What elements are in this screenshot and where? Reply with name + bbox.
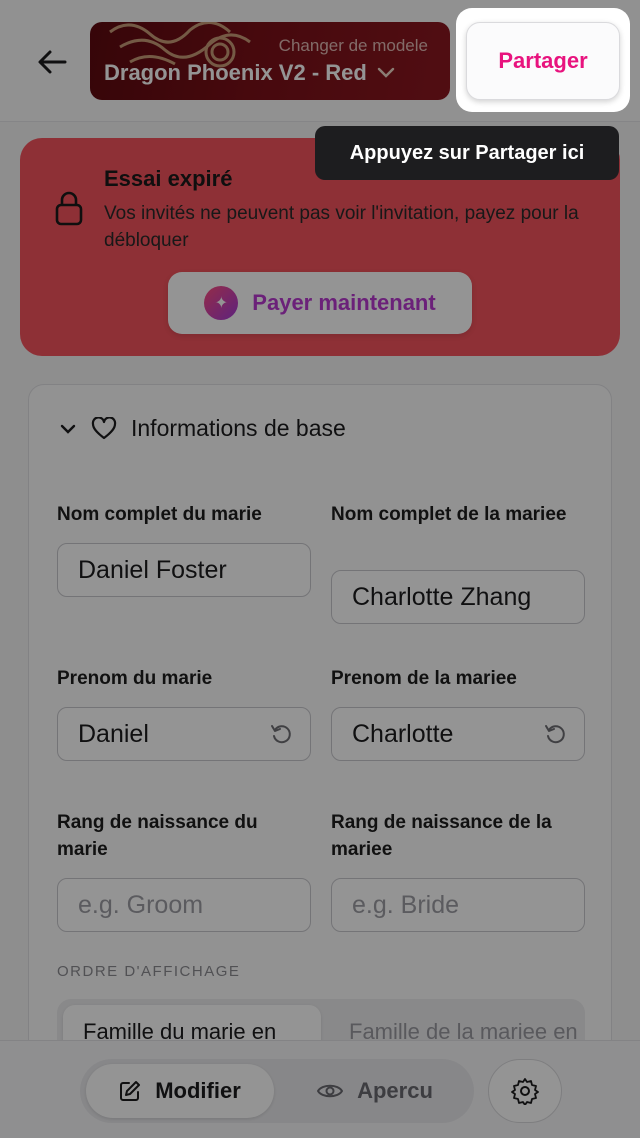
bride-first-name-value: Charlotte: [352, 719, 454, 748]
bride-first-name-label: Prenom de la mariee: [331, 668, 517, 689]
template-name-text: Dragon Phoenix V2 - Red: [104, 60, 367, 85]
eye-icon: [317, 1084, 344, 1098]
reset-icon[interactable]: [544, 723, 566, 745]
bride-rank-field[interactable]: e.g. Bride: [331, 878, 585, 932]
preview-label: Apercu: [357, 1078, 433, 1103]
mode-switch: Modifier Apercu: [80, 1059, 474, 1123]
groom-first-name-value: Daniel: [78, 719, 149, 748]
template-selector[interactable]: Changer de modele Dragon Phoenix V2 - Re…: [90, 22, 450, 100]
settings-button[interactable]: [488, 1059, 562, 1123]
edit-label: Modifier: [155, 1078, 241, 1103]
groom-full-name-label: Nom complet du marie: [57, 504, 262, 525]
banner-title: Essai expiré: [104, 166, 233, 191]
chevron-down-icon: [60, 424, 76, 434]
chevron-down-icon: [377, 67, 395, 78]
template-name: Dragon Phoenix V2 - Red: [104, 60, 395, 86]
bride-full-name-field[interactable]: Charlotte Zhang: [331, 570, 585, 624]
section-header[interactable]: Informations de base: [59, 415, 346, 442]
pay-now-label: Payer maintenant: [252, 290, 436, 315]
groom-first-name-field[interactable]: Daniel: [57, 707, 311, 761]
change-template-hint: Changer de modele: [278, 36, 428, 55]
groom-first-name-label: Prenom du marie: [57, 668, 213, 689]
groom-full-name-value: Daniel Foster: [78, 555, 227, 584]
share-button[interactable]: Partager: [466, 22, 620, 100]
basic-info-card: Informations de base Nom complet du mari…: [28, 384, 612, 1084]
groom-rank-field[interactable]: e.g. Groom: [57, 878, 311, 932]
preview-tab[interactable]: Apercu: [290, 1064, 460, 1118]
bride-full-name-label: Nom complet de la mariee: [331, 504, 567, 525]
groom-rank-label: Rang de naissance du marie: [57, 812, 258, 860]
edit-icon: [120, 1081, 141, 1101]
bottom-toolbar: Modifier Apercu: [0, 1040, 640, 1138]
section-title: Informations de base: [131, 415, 346, 441]
bride-rank-label: Rang de naissance de la mariee: [331, 812, 552, 860]
groom-rank-placeholder: e.g. Groom: [78, 890, 204, 919]
lock-icon: [55, 191, 83, 226]
share-tooltip: Appuyez sur Partager ici: [315, 126, 619, 180]
groom-full-name-field[interactable]: Daniel Foster: [57, 543, 311, 597]
back-button[interactable]: [30, 42, 74, 82]
arrow-left-icon: [38, 50, 67, 74]
pay-now-button[interactable]: ✦ Payer maintenant: [168, 272, 472, 334]
sparkle-icon: ✦: [204, 286, 239, 320]
bride-rank-placeholder: e.g. Bride: [352, 890, 460, 919]
display-order-label: ORDRE D'AFFICHAGE: [57, 963, 241, 980]
bride-first-name-field[interactable]: Charlotte: [331, 707, 585, 761]
banner-description: Vos invités ne peuvent pas voir l'invita…: [104, 203, 579, 251]
heart-icon: [91, 416, 117, 439]
gear-icon: [511, 1078, 539, 1105]
bride-full-name-value: Charlotte Zhang: [352, 582, 532, 611]
share-highlight: Partager: [456, 8, 630, 112]
edit-tab[interactable]: Modifier: [86, 1064, 274, 1118]
reset-icon[interactable]: [270, 723, 292, 745]
